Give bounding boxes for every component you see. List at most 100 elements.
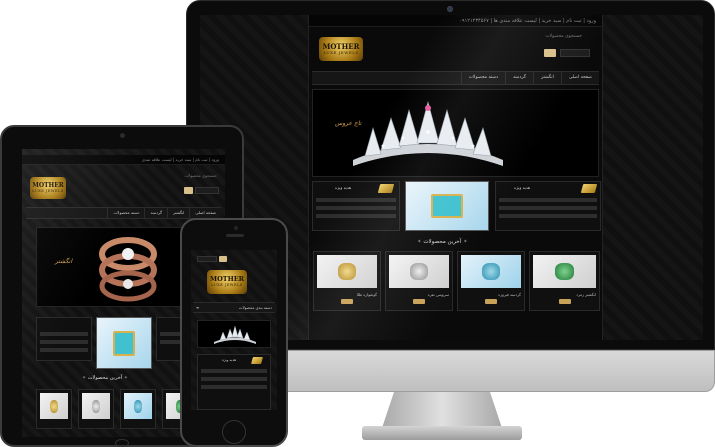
card-row (201, 377, 267, 381)
search-button[interactable] (219, 256, 227, 262)
hero-banner[interactable]: انگشتر (36, 227, 184, 307)
product-card[interactable] (120, 389, 156, 429)
top-bar[interactable]: ورود | ثبت نام | سبد خرید | لیست علاقه م… (22, 155, 225, 165)
nav-item-home[interactable]: صفحه اصلی (560, 72, 599, 84)
menu-label[interactable]: دسته بندی محصولات (236, 303, 275, 312)
banner-caption: انگشتر (55, 258, 73, 265)
card-row (40, 348, 88, 352)
ring-image (99, 237, 157, 302)
search-input[interactable] (195, 187, 219, 194)
jewel-icon (91, 399, 101, 413)
site-logo[interactable]: MOTHER LUXE JEWELS (319, 37, 363, 61)
gift-icon (377, 184, 395, 193)
product-image (317, 255, 377, 288)
nav-item-home[interactable]: صفحه اصلی (189, 208, 221, 218)
logo-sub: LUXE JEWELS (211, 283, 243, 287)
card-title: هدیه ویژه (222, 358, 237, 362)
buy-button[interactable] (558, 299, 571, 304)
gift-card[interactable]: هدیه ویژه (197, 354, 271, 410)
product-card[interactable] (78, 389, 114, 429)
jewel-icon (133, 399, 143, 413)
jewel-icon (555, 263, 574, 280)
featured-product-photo[interactable] (96, 317, 152, 369)
nav-item-rings[interactable]: انگشتر (166, 208, 189, 218)
device-mockup-stage: ورود | ثبت نام | سبد خرید | لیست علاقه م… (0, 0, 715, 447)
hero-banner[interactable] (197, 320, 271, 348)
search-label: جستجوی محصولات (545, 34, 582, 39)
section-title: ✦ آخرین محصولات ✦ (417, 239, 468, 245)
top-bar[interactable]: ورود | ثبت نام | سبد خرید | لیست علاقه م… (309, 15, 602, 27)
iphone-device: MOTHER LUXE JEWELS ≡ دسته بندی محصولات ه… (180, 218, 288, 447)
logo-sub: LUXE JEWELS (323, 50, 359, 55)
camera-icon (234, 226, 238, 230)
product-card[interactable]: انگشتر زمرد (529, 251, 600, 311)
card-row (499, 206, 597, 210)
imac-foot (362, 426, 522, 440)
buy-button[interactable] (413, 299, 425, 304)
divider-icon: ✦ (461, 239, 468, 245)
product-card[interactable]: گوشواره طلا (313, 251, 381, 311)
menu-icon[interactable]: ≡ (193, 303, 202, 312)
jewel-icon (410, 263, 428, 280)
iphone-screen: MOTHER LUXE JEWELS ≡ دسته بندی محصولات ه… (191, 250, 277, 410)
camera-icon (120, 133, 125, 138)
card-row (499, 214, 597, 218)
product-image (389, 255, 449, 288)
card-row (499, 198, 597, 202)
mobile-menu-bar[interactable]: ≡ دسته بندی محصولات (193, 302, 275, 313)
product-image (124, 393, 152, 419)
turquoise-gem (113, 330, 135, 356)
search-input[interactable] (560, 49, 590, 57)
turquoise-gem (430, 194, 464, 218)
gift-card-left[interactable] (36, 317, 92, 361)
card-row (40, 340, 88, 344)
imac-stand (382, 392, 502, 428)
tiara-image (353, 100, 503, 166)
product-name: گوشواره طلا (356, 292, 377, 297)
nav-item-categories[interactable]: دسته محصولات (107, 208, 144, 218)
gift-card-left[interactable]: هدیه ویژه (312, 181, 400, 231)
card-title: هدیه ویژه (514, 185, 531, 190)
home-button[interactable] (222, 420, 246, 444)
logo-word: MOTHER (209, 275, 245, 283)
tiara-image (214, 325, 256, 344)
site-logo[interactable]: MOTHER LUXE JEWELS (207, 270, 247, 294)
home-button[interactable] (115, 439, 129, 447)
nav-item-necklaces[interactable]: گردنبند (505, 72, 533, 84)
card-row (201, 385, 267, 389)
gift-icon (251, 357, 263, 364)
buy-button[interactable] (485, 299, 497, 304)
product-name: گردنبند فیروزه (498, 292, 521, 297)
gift-card-right[interactable]: هدیه ویژه (495, 181, 601, 231)
buy-button[interactable] (341, 299, 353, 304)
hero-banner[interactable]: تاج عروس (312, 89, 599, 177)
product-card[interactable] (36, 389, 72, 429)
product-image (82, 393, 110, 419)
logo-word: MOTHER (322, 42, 360, 51)
jewelry-site-desktop: ورود | ثبت نام | سبد خرید | لیست علاقه م… (308, 15, 603, 340)
featured-product-photo[interactable] (405, 181, 489, 231)
section-title-text: آخرین محصولات (423, 239, 462, 245)
jewel-icon (338, 263, 356, 280)
product-image (533, 255, 596, 288)
camera-icon (447, 6, 453, 12)
main-nav: صفحه اصلی انگشتر گردنبند دسته محصولات (26, 207, 221, 219)
search-input[interactable] (197, 256, 217, 262)
search-button[interactable] (544, 49, 556, 57)
search-button[interactable] (184, 187, 193, 194)
nav-item-necklaces[interactable]: گردنبند (144, 208, 167, 218)
product-card[interactable]: گردنبند فیروزه (457, 251, 525, 311)
product-card[interactable]: سرویس نقره (385, 251, 453, 311)
card-row (40, 332, 88, 336)
product-image (40, 393, 68, 419)
card-row (316, 206, 396, 210)
jewel-icon (49, 399, 59, 413)
site-logo[interactable]: MOTHER LUXE JEWELS (30, 177, 66, 199)
speaker-grille (226, 234, 244, 237)
section-title: ✦ آخرین محصولات ✦ (82, 375, 128, 381)
nav-item-categories[interactable]: دسته محصولات (460, 72, 505, 84)
nav-item-rings[interactable]: انگشتر (532, 72, 561, 84)
card-row (316, 198, 396, 202)
divider-icon: ✦ (122, 375, 128, 381)
product-name: انگشتر زمرد (576, 292, 596, 297)
